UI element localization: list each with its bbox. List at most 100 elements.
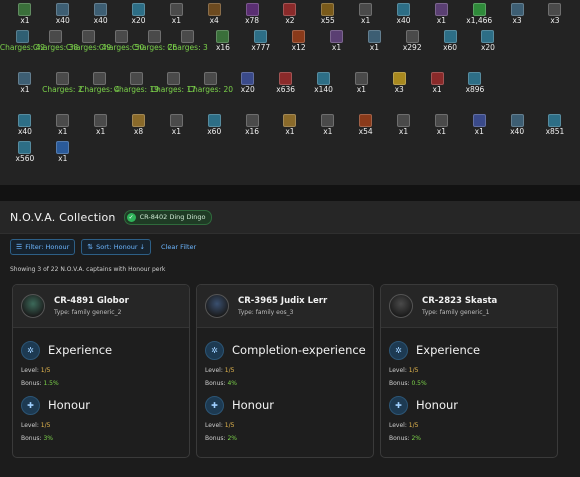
collection-header: N.O.V.A. Collection ✓ CR-8402 Ding Dingo [0, 201, 580, 234]
item-quantity: x20 [131, 16, 146, 25]
item-icon [55, 72, 69, 85]
filter-icon: ☰ [16, 243, 23, 251]
item-quantity: x4 [209, 16, 219, 25]
perk-level: Level: 1/5 [21, 422, 51, 429]
perk-bonus: Bonus: 3% [21, 435, 53, 442]
inventory-item[interactable]: x896 [456, 71, 494, 111]
item-quantity: x1 [369, 43, 379, 52]
perk-bonus: Bonus: 0.5% [389, 380, 427, 387]
inventory-item[interactable]: x1 [342, 71, 380, 111]
item-quantity: x1 [171, 127, 181, 136]
item-quantity: x1 [432, 85, 442, 94]
perk-level: Level: 1/5 [389, 367, 419, 374]
captain-card[interactable]: CR-2823 Skasta Type: family generic_1 ✲ … [380, 284, 558, 458]
item-icon [132, 3, 145, 16]
item-icon [472, 3, 486, 16]
item-icon [254, 30, 268, 43]
item-icon [129, 72, 143, 85]
selected-captain-badge[interactable]: ✓ CR-8402 Ding Dingo [123, 209, 213, 225]
item-icon [92, 72, 106, 85]
perk-experience: ✲ Experience Level: 1/5 Bonus: 0.5% [389, 339, 549, 387]
item-icon [56, 141, 70, 154]
inventory-item[interactable]: x1 [44, 140, 82, 180]
perk-name: Experience [416, 343, 481, 357]
clear-filter-link[interactable]: Clear Filter [161, 243, 196, 251]
honour-perk-icon: ✚ [205, 395, 224, 415]
item-icon [56, 114, 70, 127]
inventory-item[interactable]: Charges: 20 [188, 71, 233, 111]
item-quantity: x60 [443, 43, 458, 52]
inventory-item[interactable]: x1 [355, 29, 393, 69]
item-icon [18, 114, 32, 127]
item-icon [443, 30, 457, 43]
inventory-item[interactable]: x777 [242, 29, 280, 69]
filter-label: Filter: Honour [25, 243, 70, 251]
filter-button[interactable]: ☰ Filter: Honour [10, 239, 76, 255]
inventory-item[interactable]: x3 [380, 71, 418, 111]
item-icon [18, 72, 32, 85]
item-quantity: x1 [20, 85, 30, 94]
inventory-item[interactable]: x60 [431, 29, 469, 69]
item-icon [359, 3, 373, 16]
item-icon [115, 30, 128, 43]
inventory-item[interactable]: Charges: 3 [167, 29, 208, 69]
item-icon [18, 3, 32, 16]
item-icon [207, 3, 221, 16]
inventory-item[interactable]: Charges: 17 [151, 71, 196, 111]
inventory-item[interactable]: x20 [469, 29, 507, 69]
perk-level: Level: 1/5 [205, 422, 235, 429]
badge-label: CR-8402 Ding Dingo [139, 213, 206, 221]
item-icon [434, 3, 448, 16]
captain-card[interactable]: CR-3965 Judix Lerr Type: family eos_3 ✲ … [196, 284, 374, 458]
item-icon [397, 114, 411, 127]
captain-card[interactable]: CR-4891 Globor Type: family generic_2 ✲ … [12, 284, 190, 458]
item-icon [181, 30, 194, 43]
inventory-row: x560 x1 [6, 140, 574, 180]
item-icon [548, 114, 562, 127]
item-icon [94, 3, 108, 16]
perk-name: Honour [48, 398, 91, 412]
item-icon [321, 3, 335, 16]
item-quantity: x2 [285, 16, 295, 25]
inventory-item[interactable]: x1 [418, 71, 456, 111]
inventory-item[interactable]: x636 [267, 71, 305, 111]
inventory-item[interactable]: x16 [204, 29, 242, 69]
check-icon: ✓ [126, 212, 136, 222]
item-icon [49, 30, 62, 43]
item-icon [245, 114, 259, 127]
item-icon [510, 114, 524, 127]
sort-button[interactable]: ⇅ Sort: Honour ↓ [81, 239, 152, 255]
item-icon [279, 72, 293, 85]
inventory-item[interactable]: x1 [318, 29, 356, 69]
perk-honour: ✚ Honour Level: 1/5 Bonus: 2% [205, 394, 365, 442]
inventory-item[interactable]: Charges: 2 [42, 71, 83, 111]
item-quantity: x16 [245, 127, 260, 136]
captain-card-header: CR-4891 Globor Type: family generic_2 [13, 285, 189, 328]
item-icon [405, 30, 419, 43]
item-icon [367, 30, 381, 43]
inventory-item[interactable]: x560 [6, 140, 44, 180]
perk-honour: ✚ Honour Level: 1/5 Bonus: 3% [21, 394, 181, 442]
item-quantity: x3 [512, 16, 522, 25]
item-quantity: x16 [215, 43, 230, 52]
inventory-item[interactable]: x20 [229, 71, 267, 111]
item-quantity: x1 [58, 154, 68, 163]
inventory-item[interactable]: x12 [280, 29, 318, 69]
inventory-item[interactable]: x1 [6, 71, 44, 111]
item-icon [472, 114, 486, 127]
inventory-item[interactable]: x292 [393, 29, 431, 69]
item-icon [354, 72, 368, 85]
item-quantity: x1 [285, 127, 295, 136]
item-icon [430, 72, 444, 85]
item-quantity: x1 [361, 16, 371, 25]
inventory-item[interactable]: Charges: 26 [132, 29, 177, 69]
item-icon [166, 72, 180, 85]
collection-title: N.O.V.A. Collection [10, 210, 116, 224]
inventory-item[interactable]: x140 [305, 71, 343, 111]
experience-perk-icon: ✲ [21, 340, 40, 360]
inventory-item[interactable]: Charges: 4 [79, 71, 120, 111]
inventory-item[interactable]: Charges: 19 [114, 71, 159, 111]
sort-icon: ⇅ [87, 243, 94, 251]
completion-experience-perk-icon: ✲ [205, 340, 224, 360]
item-quantity: x54 [358, 127, 373, 136]
